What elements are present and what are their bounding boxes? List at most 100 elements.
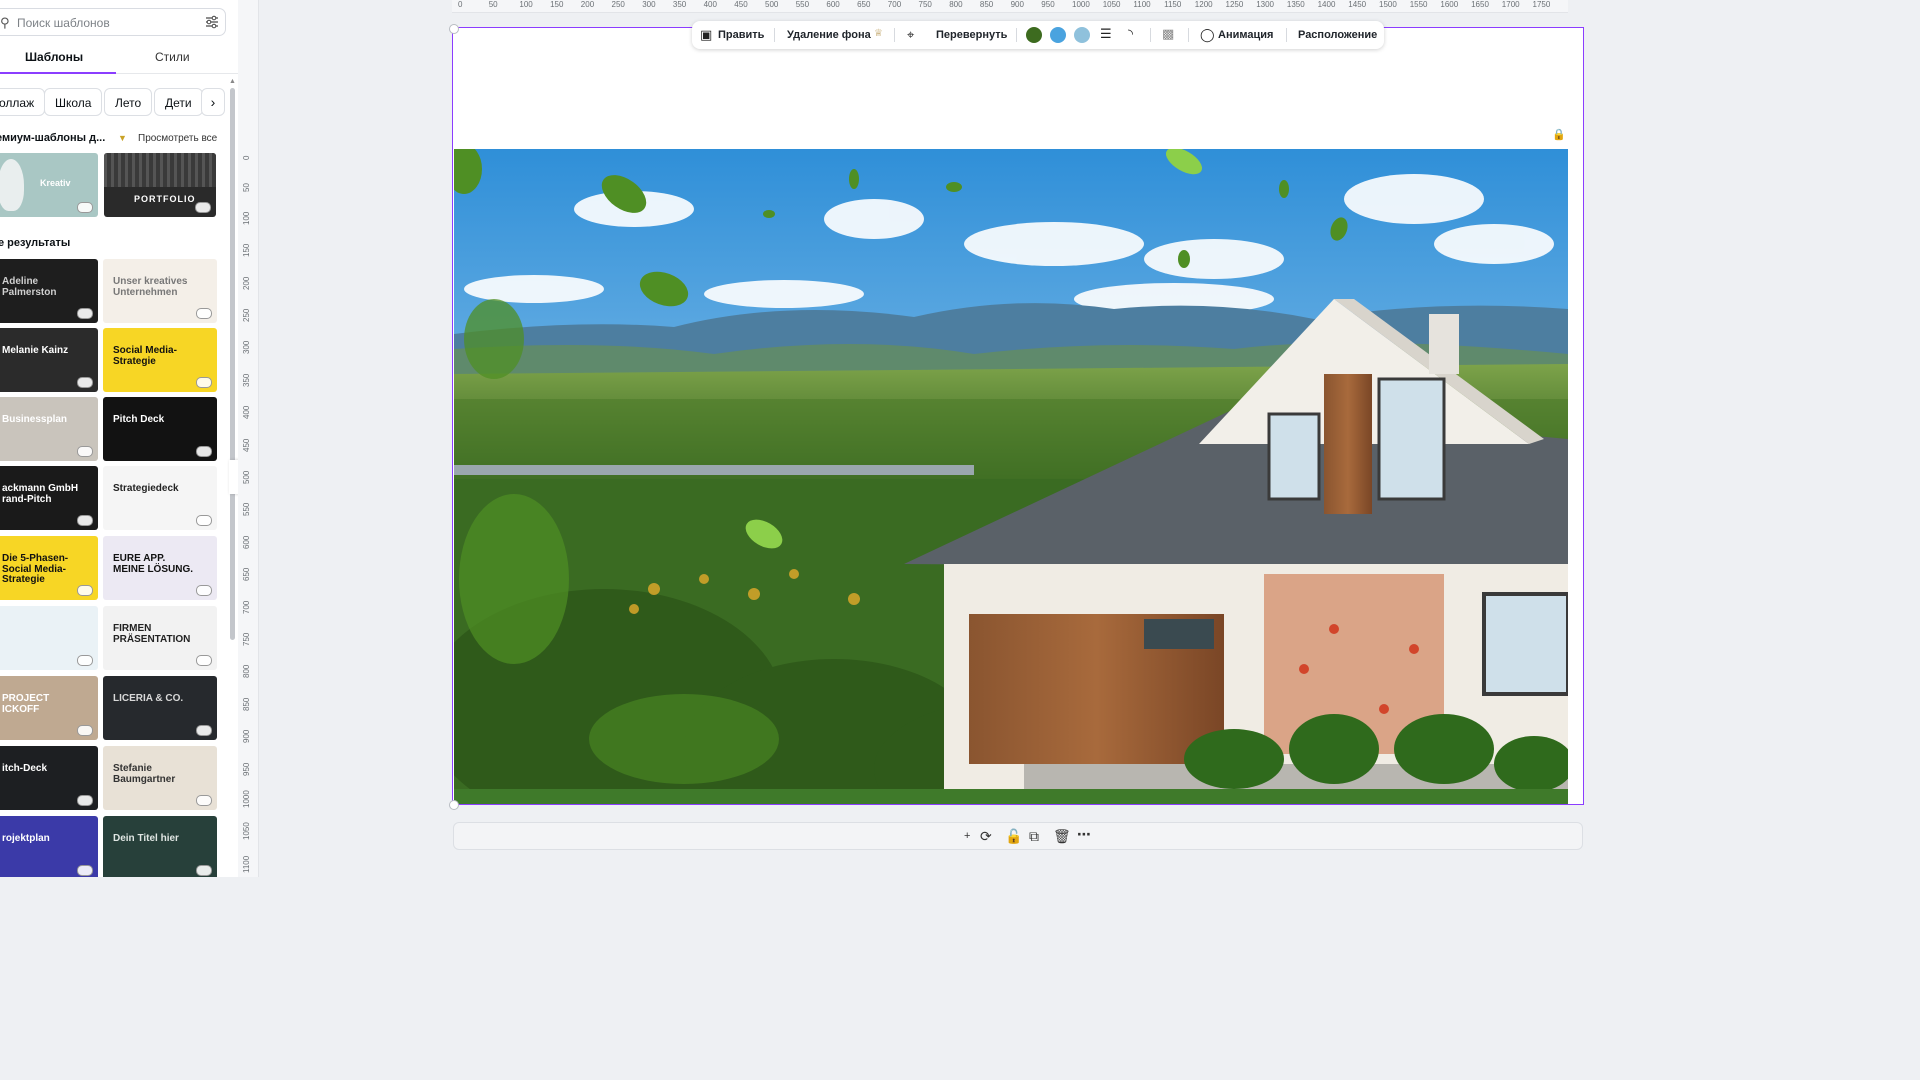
refresh-icon[interactable]: ⟳ <box>980 828 992 845</box>
ruler-label: 50 <box>488 0 498 9</box>
search-input[interactable] <box>15 13 189 33</box>
resize-handle[interactable] <box>449 800 459 810</box>
template-thumb[interactable]: FIRMEN PRÄSENTATION <box>103 606 217 670</box>
ruler-label: 1350 <box>1286 0 1305 9</box>
thumb-title: Pitch Deck <box>113 414 165 425</box>
ruler-label: 300 <box>642 0 656 9</box>
crown-icon: ▼ <box>118 133 127 143</box>
section-results-title: е результаты <box>0 237 71 249</box>
ruler-label: 400 <box>703 0 717 9</box>
premium-badge-icon <box>196 585 212 596</box>
chip-kids[interactable]: Дети <box>154 88 203 116</box>
ruler-label: 800 <box>949 0 963 9</box>
trash-icon[interactable]: 🗑 <box>1053 828 1071 845</box>
ruler-label: 1750 <box>1532 0 1551 9</box>
template-thumb[interactable]: ackmann GmbH rand-Pitch <box>0 466 98 530</box>
templates-panel: ⚲ Шаблоны Стили оллаж Школа Лето Дети › … <box>0 0 238 877</box>
template-thumb[interactable]: Stefanie Baumgartner <box>103 746 217 810</box>
add-icon[interactable]: + <box>964 830 970 842</box>
template-thumb[interactable]: rojektplan <box>0 816 98 877</box>
ruler-label: 950 <box>242 762 251 776</box>
edit-button[interactable]: Править <box>718 29 764 41</box>
chip-school[interactable]: Школа <box>44 88 103 116</box>
ruler-label: 950 <box>1041 0 1055 9</box>
ruler-label: 1450 <box>1348 0 1367 9</box>
template-thumb[interactable]: Dein Titel hier <box>103 816 217 877</box>
chip-collage[interactable]: оллаж <box>0 88 46 116</box>
template-thumb[interactable] <box>0 606 98 670</box>
template-thumb[interactable]: LICERIA & CO. <box>103 676 217 740</box>
premium-badge-icon <box>195 202 211 213</box>
template-thumb[interactable]: Social Media-Strategie <box>103 328 217 392</box>
border-style-icon[interactable]: ☰ <box>1100 26 1112 42</box>
ruler-label: 500 <box>242 470 251 484</box>
template-thumb[interactable]: Unser kreatives Unternehmen <box>103 259 217 323</box>
template-thumb[interactable]: Strategiedeck <box>103 466 217 530</box>
resize-handle[interactable] <box>449 24 459 34</box>
template-thumb[interactable]: Kreativ <box>0 153 98 217</box>
ruler-label: 600 <box>242 535 251 549</box>
scroll-up-icon[interactable]: ▲ <box>229 78 236 85</box>
active-tab-indicator <box>0 72 116 74</box>
animation-icon[interactable]: ◯ <box>1200 27 1215 43</box>
ruler-label: 550 <box>242 503 251 517</box>
premium-badge-icon <box>77 515 93 526</box>
image-edit-icon[interactable]: ▣ <box>700 27 712 43</box>
panel-scrollbar[interactable] <box>230 88 235 640</box>
lock-icon[interactable]: 🔒 <box>1552 128 1566 141</box>
ruler-label: 250 <box>611 0 625 9</box>
tab-templates[interactable]: Шаблоны <box>25 50 83 64</box>
ruler-label: 1550 <box>1409 0 1428 9</box>
image-toolbar: ▣ Править Удаление фона ♕ ⌖ Перевернуть … <box>692 21 1384 49</box>
ruler-label: 750 <box>242 632 251 646</box>
premium-badge-icon <box>77 446 93 457</box>
columns-image <box>104 153 216 187</box>
toolbar-divider <box>1286 28 1287 42</box>
template-thumb[interactable]: Pitch Deck <box>103 397 217 461</box>
toolbar-divider <box>894 28 895 42</box>
template-thumb[interactable]: itch-Deck <box>0 746 98 810</box>
premium-badge-icon <box>196 446 212 457</box>
transparency-icon[interactable]: ▩ <box>1162 26 1174 42</box>
chevron-right-icon[interactable]: › <box>201 88 225 116</box>
thumb-title: FIRMEN PRÄSENTATION <box>113 623 191 645</box>
color-swatch[interactable] <box>1074 27 1090 43</box>
ruler-label: 0 <box>242 155 251 160</box>
filter-icon[interactable] <box>205 15 219 29</box>
animation-button[interactable]: Анимация <box>1218 29 1273 41</box>
duplicate-icon[interactable]: ⧉ <box>1029 828 1039 845</box>
template-thumb[interactable]: EURE APP. MEINE LÖSUNG. <box>103 536 217 600</box>
template-thumb[interactable]: Melanie Kainz <box>0 328 98 392</box>
bg-remove-button[interactable]: Удаление фона <box>787 29 871 41</box>
view-all-link[interactable]: Просмотреть все <box>138 133 217 144</box>
template-thumb[interactable]: Adeline Palmerston <box>0 259 98 323</box>
position-button[interactable]: Расположение <box>1298 29 1377 41</box>
flip-button[interactable]: Перевернуть <box>936 29 1007 41</box>
template-thumb[interactable]: PORTFOLIO <box>104 153 216 217</box>
more-icon[interactable]: ⋯ <box>1077 826 1091 843</box>
template-thumb[interactable]: Businessplan <box>0 397 98 461</box>
premium-badge-icon <box>77 865 93 876</box>
color-swatch[interactable] <box>1026 27 1042 43</box>
crop-icon[interactable]: ⌖ <box>907 27 914 43</box>
ruler-label: 450 <box>734 0 748 9</box>
color-swatch[interactable] <box>1050 27 1066 43</box>
panel-tabs: Шаблоны Стили <box>0 40 238 74</box>
landscape-illustration <box>454 149 1568 804</box>
premium-badge-icon <box>77 377 93 388</box>
chip-summer[interactable]: Лето <box>104 88 153 116</box>
ruler-label: 700 <box>242 600 251 614</box>
premium-badge-icon <box>77 308 93 319</box>
corner-rounding-icon[interactable]: ◝ <box>1128 26 1133 42</box>
ruler-label: 250 <box>242 308 251 322</box>
template-thumb[interactable]: PROJECT ICKOFF <box>0 676 98 740</box>
template-thumb[interactable]: Die 5-Phasen-Social Media-Strategie <box>0 536 98 600</box>
house-landscape-image[interactable] <box>454 149 1568 804</box>
tab-styles[interactable]: Стили <box>155 50 190 64</box>
ruler-label: 850 <box>242 697 251 711</box>
premium-badge-icon <box>77 795 93 806</box>
horizontal-ruler: 0 50 100 150 200 250 300 350 400 450 500 550 600 650 7… <box>452 0 1568 13</box>
lock-icon[interactable]: 🔓 <box>1005 828 1022 845</box>
premium-badge-icon <box>77 202 93 213</box>
template-search[interactable]: ⚲ <box>0 8 226 36</box>
